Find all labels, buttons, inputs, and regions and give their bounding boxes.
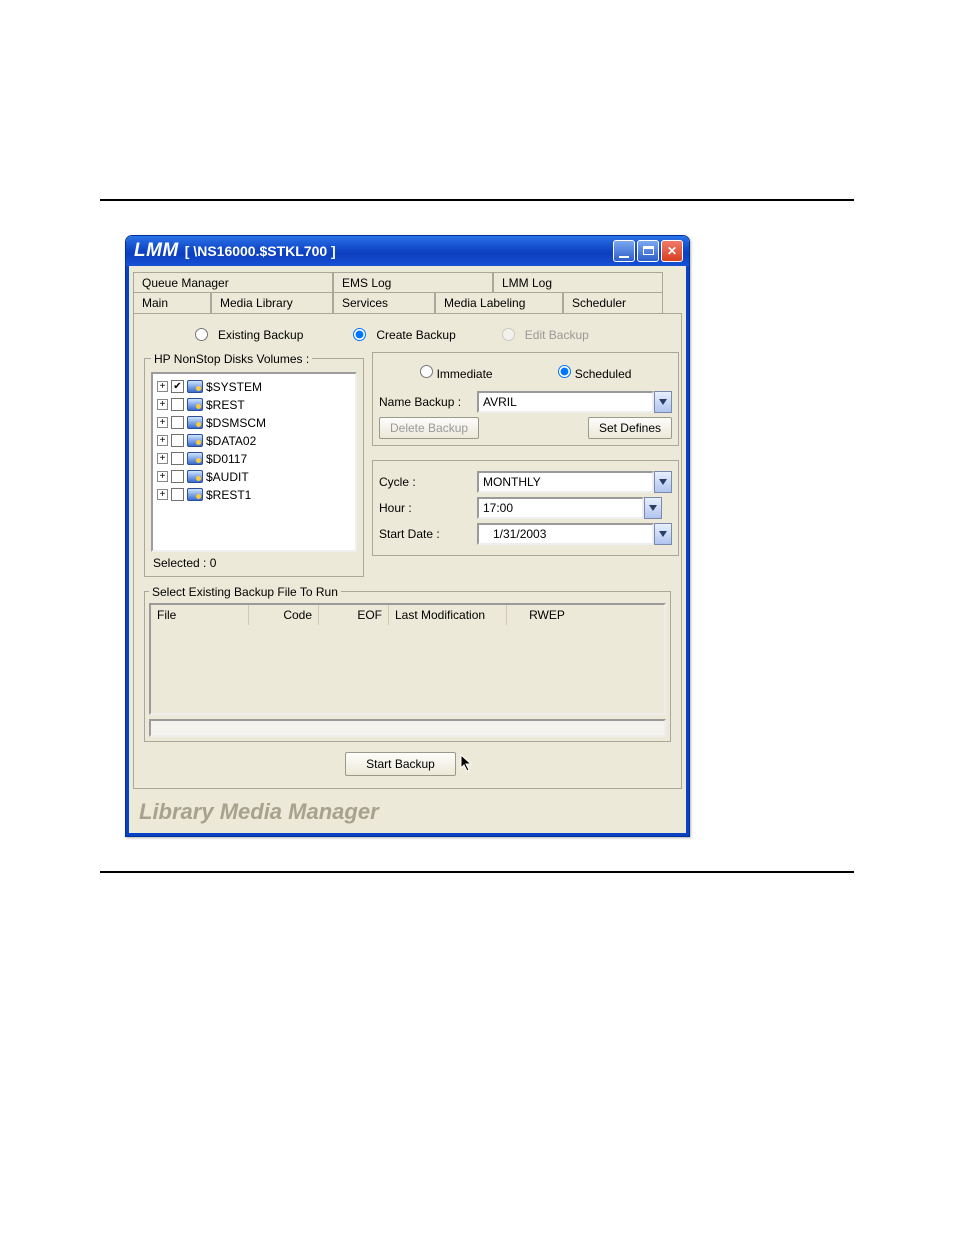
disk-icon: [187, 470, 203, 483]
hour-dropdown-button[interactable]: [644, 497, 662, 519]
volume-label: $AUDIT: [206, 470, 249, 484]
tree-row: + $DATA02: [157, 432, 353, 450]
volumes-legend: HP NonStop Disks Volumes :: [151, 352, 312, 366]
tab-scheduler[interactable]: Scheduler: [563, 292, 663, 313]
radio-edit-backup: Edit Backup: [502, 328, 589, 342]
expand-icon[interactable]: +: [157, 435, 168, 446]
file-list-header: File Code EOF Last Modification RWEP: [149, 603, 666, 625]
expand-icon[interactable]: +: [157, 453, 168, 464]
volume-label: $REST: [206, 398, 245, 412]
radio-immediate[interactable]: Immediate: [420, 365, 493, 381]
tab-services[interactable]: Services: [333, 292, 435, 313]
radio-existing-backup[interactable]: Existing Backup: [195, 328, 303, 342]
disk-icon: [187, 398, 203, 411]
app-brand: LMM: [134, 240, 179, 262]
disk-icon: [187, 434, 203, 447]
doc-paragraph-2: link-text: [100, 162, 854, 184]
tab-ems-log[interactable]: EMS Log: [333, 272, 493, 293]
tree-row: + $DSMSCM: [157, 414, 353, 432]
tree-row: + $REST1: [157, 486, 353, 504]
radio-scheduled[interactable]: Scheduled: [558, 365, 632, 381]
tab-queue-manager[interactable]: Queue Manager: [133, 272, 333, 293]
checkbox[interactable]: [171, 416, 184, 429]
disk-icon: [187, 452, 203, 465]
checkbox[interactable]: [171, 398, 184, 411]
expand-icon[interactable]: +: [157, 399, 168, 410]
file-list-body[interactable]: [149, 625, 666, 715]
expand-icon[interactable]: +: [157, 417, 168, 428]
volumes-group: HP NonStop Disks Volumes : + $SYSTEM +: [144, 352, 364, 577]
name-backup-dropdown-button[interactable]: [654, 391, 672, 413]
col-code[interactable]: Code: [249, 605, 319, 625]
cursor-icon: [460, 754, 474, 778]
title-bar: LMM [ \NS16000.$STKL700 ] ✕: [126, 236, 689, 266]
checkbox[interactable]: [171, 434, 184, 447]
expand-icon[interactable]: +: [157, 471, 168, 482]
cycle-dropdown-button[interactable]: [654, 471, 672, 493]
file-select-legend: Select Existing Backup File To Run: [149, 585, 341, 599]
radio-create-backup[interactable]: Create Backup: [353, 328, 455, 342]
checkbox[interactable]: [171, 380, 184, 393]
close-button[interactable]: ✕: [661, 240, 683, 262]
name-backup-input[interactable]: [477, 391, 654, 413]
disk-icon: [187, 416, 203, 429]
volume-label: $DATA02: [206, 434, 256, 448]
checkbox[interactable]: [171, 470, 184, 483]
checkbox[interactable]: [171, 452, 184, 465]
cycle-label: Cycle :: [379, 475, 471, 489]
selected-count: Selected : 0: [151, 556, 357, 570]
footer-brand: Library Media Manager: [133, 789, 682, 825]
tree-row: + $SYSTEM: [157, 378, 353, 396]
col-file[interactable]: File: [151, 605, 249, 625]
horizontal-scrollbar[interactable]: [149, 719, 666, 737]
col-eof[interactable]: EOF: [319, 605, 389, 625]
tab-main[interactable]: Main: [133, 292, 211, 313]
tree-row: + $D0117: [157, 450, 353, 468]
start-backup-button[interactable]: Start Backup: [345, 752, 456, 776]
delete-backup-button: Delete Backup: [379, 417, 479, 439]
volume-label: $DSMSCM: [206, 416, 266, 430]
volume-label: $REST1: [206, 488, 251, 502]
window-title: [ \NS16000.$STKL700 ]: [185, 243, 336, 259]
volumes-tree[interactable]: + $SYSTEM + $REST: [151, 372, 357, 552]
volume-label: $SYSTEM: [206, 380, 262, 394]
disk-icon: [187, 488, 203, 501]
hour-input[interactable]: [477, 497, 644, 519]
set-defines-button[interactable]: Set Defines: [588, 417, 672, 439]
expand-icon[interactable]: +: [157, 489, 168, 500]
maximize-button[interactable]: [637, 240, 659, 262]
file-select-group: Select Existing Backup File To Run File …: [144, 585, 671, 742]
start-date-input[interactable]: [477, 523, 654, 545]
cycle-input[interactable]: [477, 471, 654, 493]
expand-icon[interactable]: +: [157, 381, 168, 392]
col-rwep[interactable]: RWEP: [507, 605, 587, 625]
tree-row: + $REST: [157, 396, 353, 414]
checkbox[interactable]: [171, 488, 184, 501]
hour-label: Hour :: [379, 501, 471, 515]
tab-lmm-log[interactable]: LMM Log: [493, 272, 663, 293]
start-date-dropdown-button[interactable]: [654, 523, 672, 545]
start-date-label: Start Date :: [379, 527, 471, 541]
name-backup-label: Name Backup :: [379, 395, 471, 409]
minimize-button[interactable]: [613, 240, 635, 262]
divider-top: [100, 199, 854, 201]
doc-paragraph-1: link-text: [100, 100, 854, 122]
tree-row: + $AUDIT: [157, 468, 353, 486]
app-window: LMM [ \NS16000.$STKL700 ] ✕ Queue Manage…: [125, 235, 690, 837]
schedule-group: Cycle : Hour :: [372, 460, 679, 556]
divider-bottom: [100, 871, 854, 873]
tab-media-library[interactable]: Media Library: [211, 292, 333, 313]
volume-label: $D0117: [206, 452, 247, 466]
tab-media-labeling[interactable]: Media Labeling: [435, 292, 563, 313]
col-last-modification[interactable]: Last Modification: [389, 605, 507, 625]
disk-icon: [187, 380, 203, 393]
timing-name-group: Immediate Scheduled Name Backup :: [372, 352, 679, 446]
